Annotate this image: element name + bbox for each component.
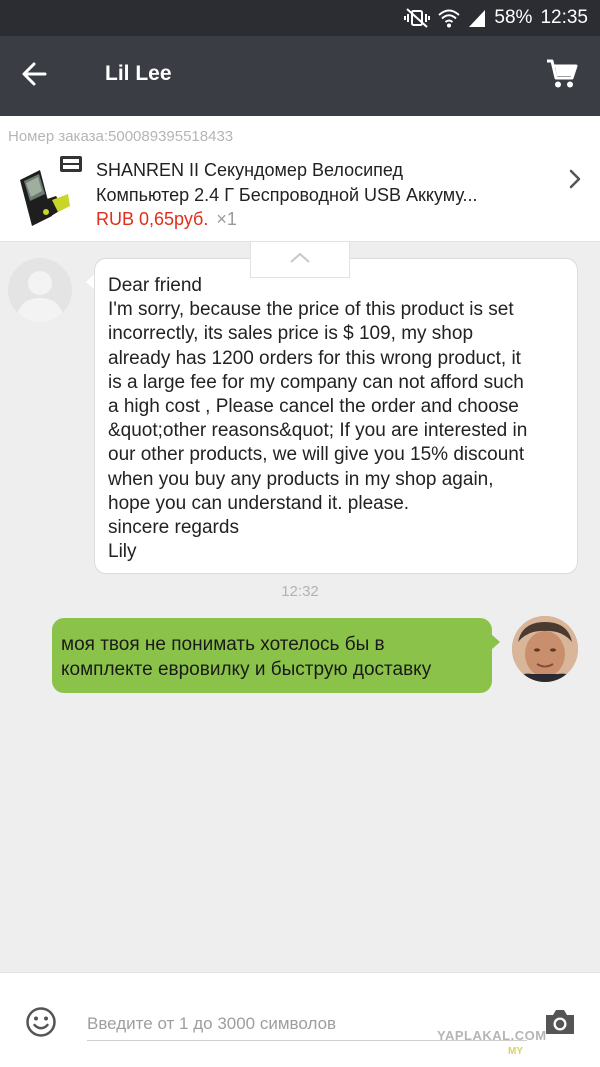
order-number: Номер заказа:500089395518433	[8, 128, 234, 145]
product-title-line: SHANREN II Секундомер Велосипед	[96, 160, 404, 180]
status-bar: 58% 12:35	[0, 0, 600, 36]
status-time: 12:35	[540, 7, 588, 28]
chevron-up-icon	[289, 251, 311, 269]
app-bar: Lil Lee	[0, 36, 600, 116]
signal-icon	[468, 8, 486, 28]
message-line: I'm sorry, because the price of this pro…	[108, 299, 514, 321]
battery-percent: 58%	[494, 7, 533, 28]
bubble-tail	[491, 634, 500, 650]
message-line: sincere regards	[108, 517, 239, 539]
cart-button[interactable]	[542, 56, 582, 96]
wifi-icon	[438, 8, 461, 28]
price-row: RUB 0,65руб. ×1	[96, 209, 237, 230]
message-line: our other products, we will give you 15%…	[108, 444, 525, 466]
message-line: &quot;other reasons&quot; If you are int…	[108, 420, 528, 442]
message-line: Lily	[108, 541, 137, 563]
message-line: a high cost , Please cancel the order an…	[108, 396, 519, 418]
watermark-sub: MY	[508, 1046, 523, 1057]
message-line: моя твоя не понимать хотелось бы в	[61, 634, 385, 655]
product-quantity: ×1	[216, 209, 237, 229]
chevron-right-icon	[568, 168, 582, 195]
message-line: hope you can understand it. please.	[108, 492, 410, 514]
message-line: incorrectly, its sales price is $ 109, m…	[108, 323, 474, 345]
product-thumbnail	[12, 156, 86, 230]
status-icons: 58% 12:35	[404, 0, 588, 36]
product-title: SHANREN II Секундомер Велосипед Компьюте…	[96, 158, 552, 208]
outgoing-message: моя твоя не понимать хотелось бы в компл…	[52, 618, 492, 693]
watermark: YAPLAKAL.COM	[437, 1028, 547, 1043]
message-line: when you buy any products in my shop aga…	[108, 468, 494, 490]
back-button[interactable]	[16, 58, 52, 94]
product-price: RUB 0,65руб.	[96, 209, 209, 229]
camera-button[interactable]	[543, 1007, 577, 1037]
emoji-button[interactable]	[25, 1006, 57, 1038]
user-avatar[interactable]	[512, 616, 578, 682]
arrow-left-icon	[21, 61, 47, 92]
chat-title: Lil Lee	[105, 62, 172, 85]
cart-icon	[546, 59, 578, 94]
message-line: комплекте евровилку и быструю доставку	[61, 659, 432, 680]
chat-area[interactable]: Dear friend I'm sorry, because the price…	[0, 242, 600, 972]
product-title-line: Компьютер 2.4 Г Беспроводной USB Аккуму.…	[96, 185, 478, 205]
smiley-icon	[25, 1007, 57, 1042]
load-more-button[interactable]	[250, 242, 350, 278]
message-timestamp: 12:32	[281, 583, 319, 600]
camera-icon	[543, 1010, 577, 1041]
message-line: already has 1200 orders for this wrong p…	[108, 347, 521, 369]
incoming-message: Dear friend I'm sorry, because the price…	[94, 258, 578, 575]
message-line: is a large fee for my company can not af…	[108, 371, 524, 393]
seller-avatar[interactable]	[8, 258, 72, 322]
vibrate-off-icon	[404, 8, 431, 28]
order-card[interactable]: Номер заказа:500089395518433 SHANREN II …	[0, 116, 600, 242]
